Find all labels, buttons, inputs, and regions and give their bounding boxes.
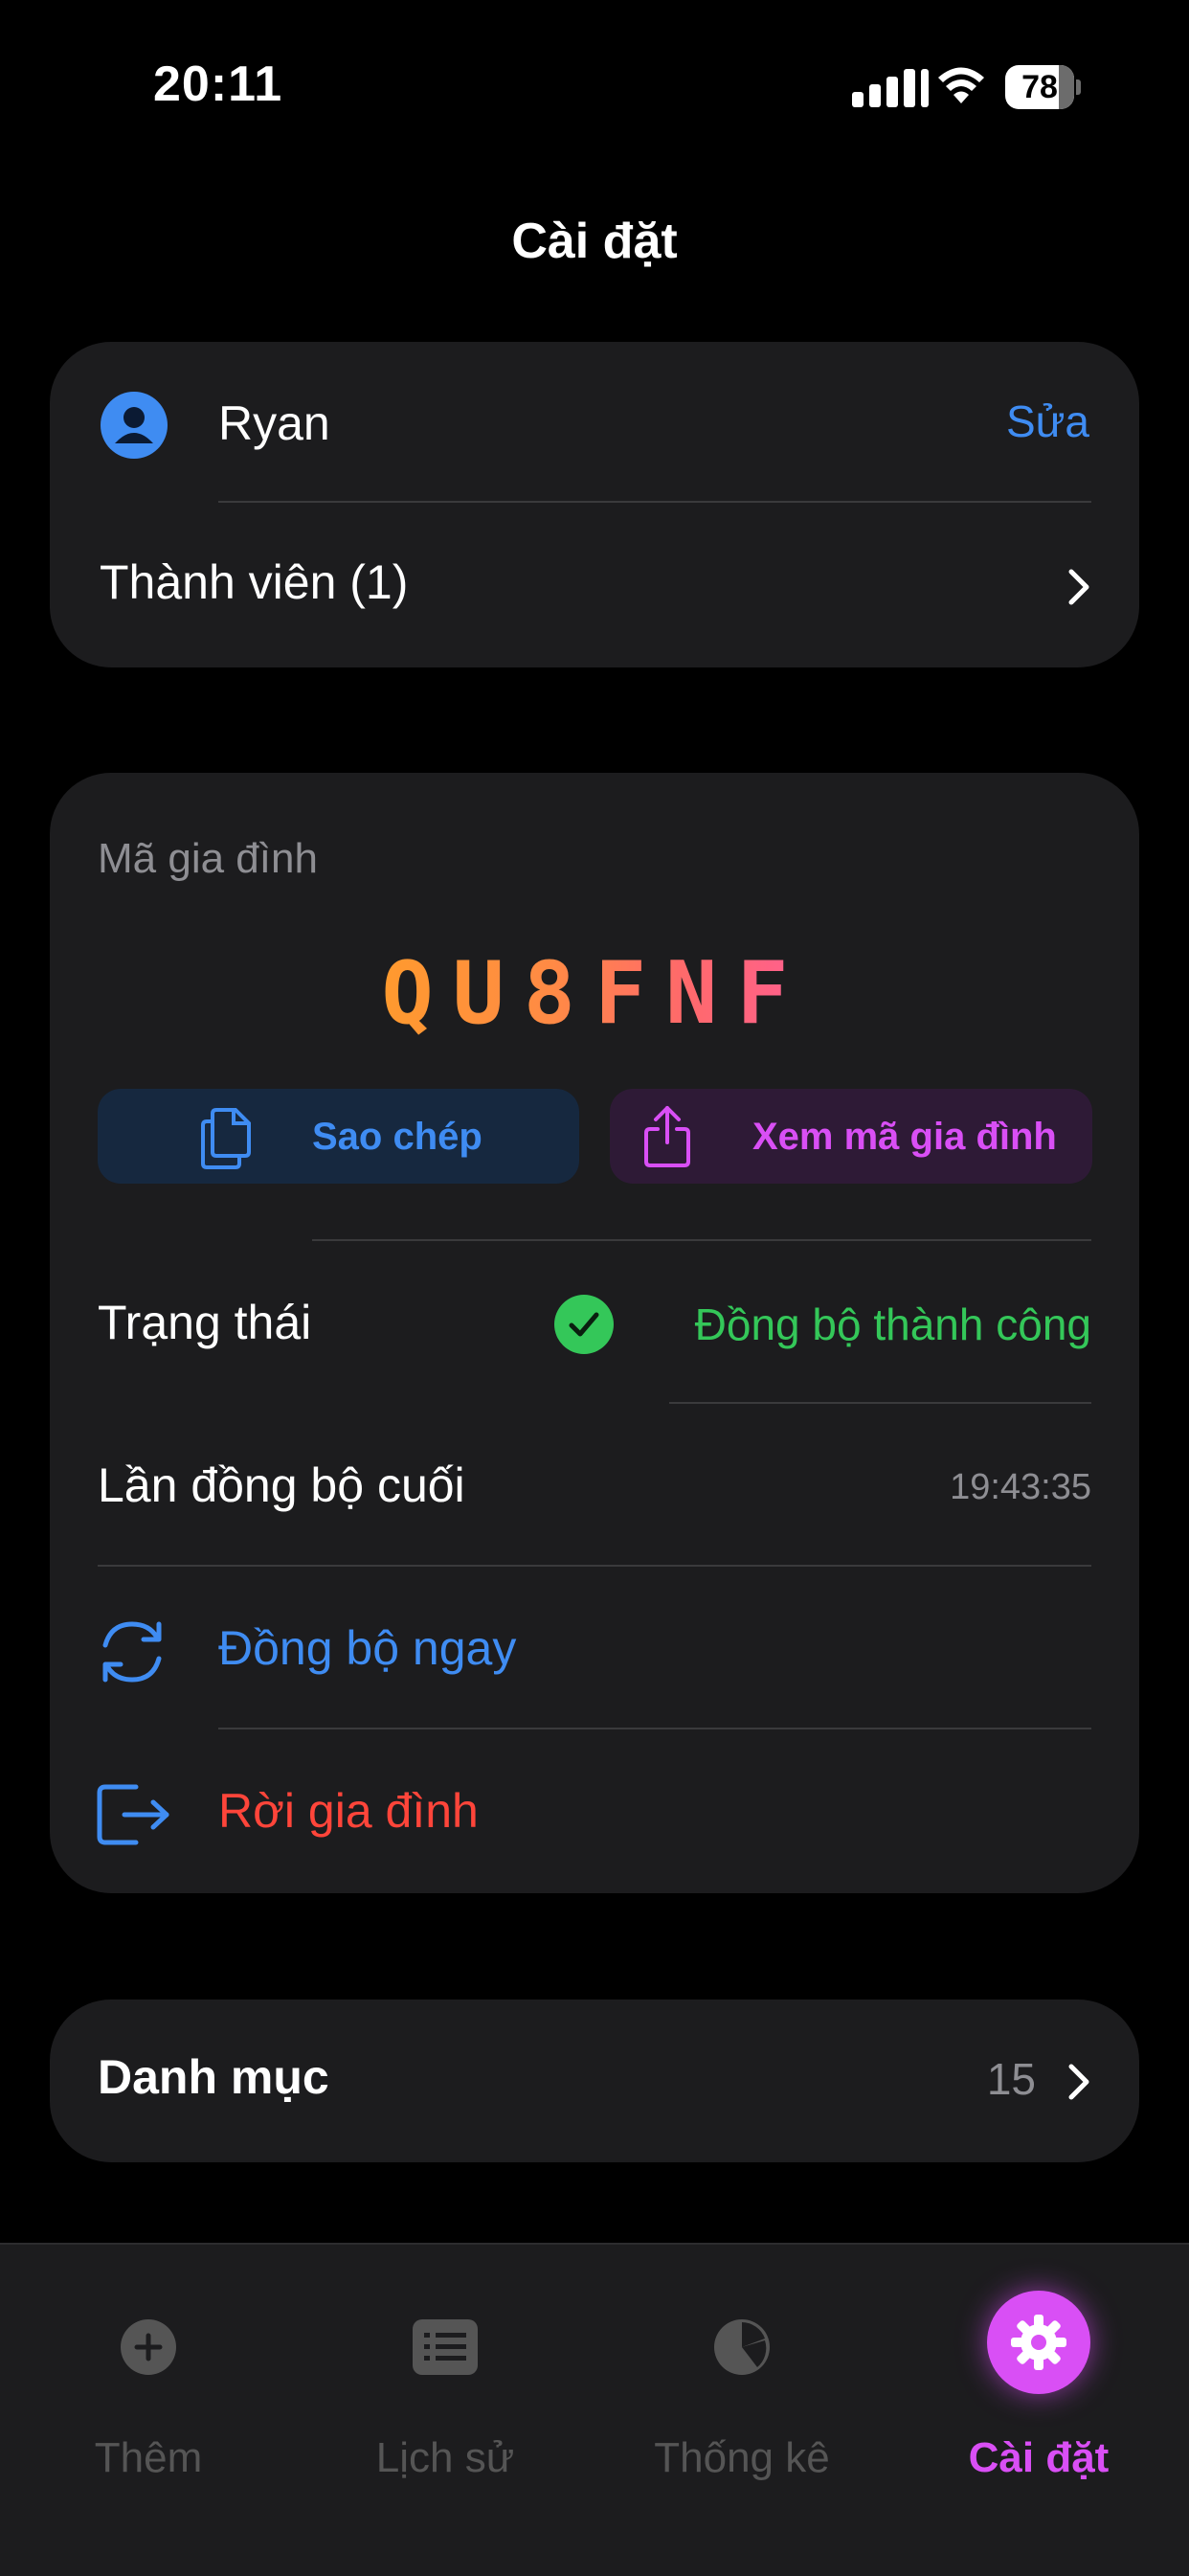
pie-chart-icon xyxy=(714,2319,770,2375)
view-family-code-button[interactable]: Xem mã gia đình xyxy=(610,1089,1092,1184)
members-row[interactable]: Thành viên (1) xyxy=(50,505,1139,667)
gear-icon xyxy=(1011,2315,1066,2370)
edit-profile-button[interactable]: Sửa xyxy=(1006,395,1089,447)
profile-name: Ryan xyxy=(218,396,330,450)
last-sync-label: Lần đồng bộ cuối xyxy=(98,1458,465,1512)
plus-circle-icon xyxy=(121,2319,176,2375)
page-title: Cài đặt xyxy=(511,214,678,269)
categories-count: 15 xyxy=(986,2054,1036,2104)
checkmark-circle-icon xyxy=(554,1295,614,1354)
tab-add-label: Thêm xyxy=(94,2434,203,2481)
status-label: Trạng thái xyxy=(98,1296,312,1349)
copy-icon xyxy=(201,1108,251,1169)
battery-icon: 78 xyxy=(1005,65,1082,109)
wifi-icon xyxy=(938,67,984,103)
copy-button[interactable]: Sao chép xyxy=(98,1089,579,1184)
members-label: Thành viên (1) xyxy=(100,555,409,609)
cellular-signal-icon xyxy=(852,69,929,107)
leave-family-row[interactable]: Rời gia đình xyxy=(50,1729,1139,1890)
list-icon xyxy=(413,2319,478,2375)
view-family-code-label: Xem mã gia đình xyxy=(752,1116,1057,1158)
chevron-right-icon xyxy=(1068,569,1089,605)
chevron-right-icon xyxy=(1068,2064,1089,2100)
categories-label: Danh mục xyxy=(98,2050,329,2104)
tab-bar: Thêm Lịch sử Thống kê Cài đặt xyxy=(0,2243,1189,2576)
battery-level: 78 xyxy=(1021,69,1058,105)
avatar-icon xyxy=(101,392,168,459)
tab-settings-label: Cài đặt xyxy=(968,2434,1110,2481)
copy-label: Sao chép xyxy=(312,1116,482,1158)
sync-now-label: Đồng bộ ngay xyxy=(218,1621,517,1675)
sync-icon xyxy=(102,1621,162,1683)
leave-family-label: Rời gia đình xyxy=(218,1784,479,1838)
last-sync-time: 19:43:35 xyxy=(950,1467,1091,1507)
sync-now-row[interactable]: Đồng bộ ngay xyxy=(50,1567,1139,1728)
share-icon xyxy=(644,1106,690,1167)
profile-card: Ryan Sửa Thành viên (1) xyxy=(50,342,1139,667)
family-code[interactable]: QU8FNF xyxy=(0,943,1189,1044)
sync-status-value: Đồng bộ thành công xyxy=(694,1299,1091,1349)
categories-row[interactable]: Danh mục 15 xyxy=(50,2000,1139,2162)
tab-statistics-label: Thống kê xyxy=(654,2434,830,2481)
exit-icon xyxy=(97,1784,169,1845)
family-code-label: Mã gia đình xyxy=(98,835,318,882)
status-time: 20:11 xyxy=(153,56,283,112)
tab-history-label: Lịch sử xyxy=(375,2434,515,2481)
